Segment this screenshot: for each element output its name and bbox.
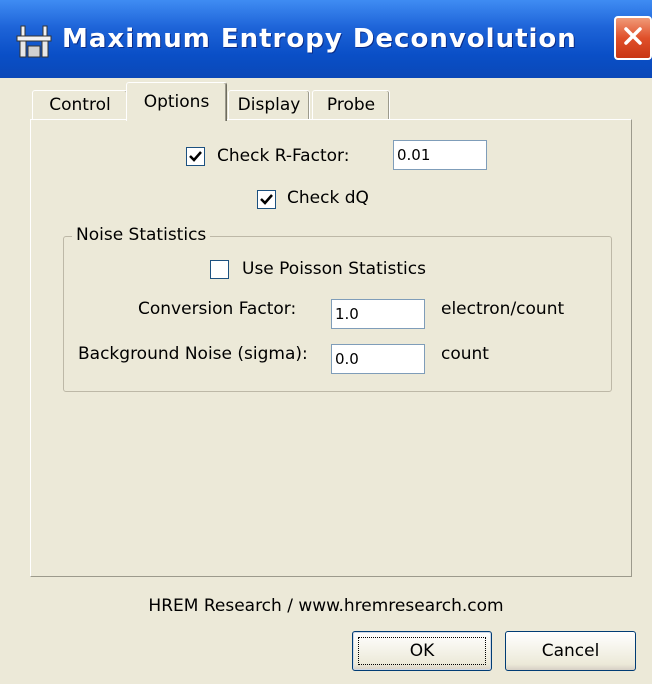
conversion-factor-label: Conversion Factor: xyxy=(138,299,297,319)
tab-options[interactable]: Options xyxy=(126,82,227,121)
noise-statistics-group: Noise Statistics Use Poisson Statistics … xyxy=(63,225,612,392)
use-poisson-checkbox[interactable] xyxy=(210,260,229,279)
cancel-button-label: Cancel xyxy=(541,641,600,661)
background-noise-unit: count xyxy=(441,344,489,364)
check-rfactor-checkbox[interactable] xyxy=(186,147,205,166)
noise-statistics-title: Noise Statistics xyxy=(72,225,211,245)
options-panel: Check R-Factor: 0.01 Check dQ Noise Stat… xyxy=(30,119,632,577)
conversion-factor-input[interactable]: 1.0 xyxy=(331,299,425,329)
background-noise-label: Background Noise (sigma): xyxy=(78,344,308,364)
tab-display[interactable]: Display xyxy=(228,90,310,119)
tab-strip: Control Options Display Probe xyxy=(0,80,652,121)
background-noise-input[interactable]: 0.0 xyxy=(331,344,425,374)
window-title: Maximum Entropy Deconvolution xyxy=(62,24,577,54)
check-dq-label: Check dQ xyxy=(287,188,369,208)
use-poisson-label: Use Poisson Statistics xyxy=(242,259,426,279)
dialog-window: Maximum Entropy Deconvolution Control Op… xyxy=(0,0,652,684)
ok-button[interactable]: OK xyxy=(352,631,492,671)
title-bar[interactable]: Maximum Entropy Deconvolution xyxy=(0,0,652,78)
check-rfactor-label: Check R-Factor: xyxy=(217,146,350,166)
tab-options-label: Options xyxy=(143,92,210,112)
footer-credit: HREM Research / www.hremresearch.com xyxy=(148,596,504,616)
conversion-factor-unit: electron/count xyxy=(441,299,565,319)
app-icon xyxy=(14,22,54,62)
tab-probe-label: Probe xyxy=(326,95,376,115)
checkmark-icon xyxy=(187,150,204,169)
cancel-button[interactable]: Cancel xyxy=(505,631,636,671)
close-icon xyxy=(622,25,644,51)
check-dq-checkbox[interactable] xyxy=(257,190,276,209)
tab-probe[interactable]: Probe xyxy=(312,90,390,119)
tab-display-label: Display xyxy=(237,95,301,115)
close-button[interactable] xyxy=(614,16,652,60)
checkmark-icon xyxy=(258,193,275,212)
ok-button-label: OK xyxy=(409,641,435,661)
rfactor-input[interactable]: 0.01 xyxy=(393,140,487,170)
tab-control-label: Control xyxy=(49,95,111,115)
tab-control[interactable]: Control xyxy=(32,90,128,119)
